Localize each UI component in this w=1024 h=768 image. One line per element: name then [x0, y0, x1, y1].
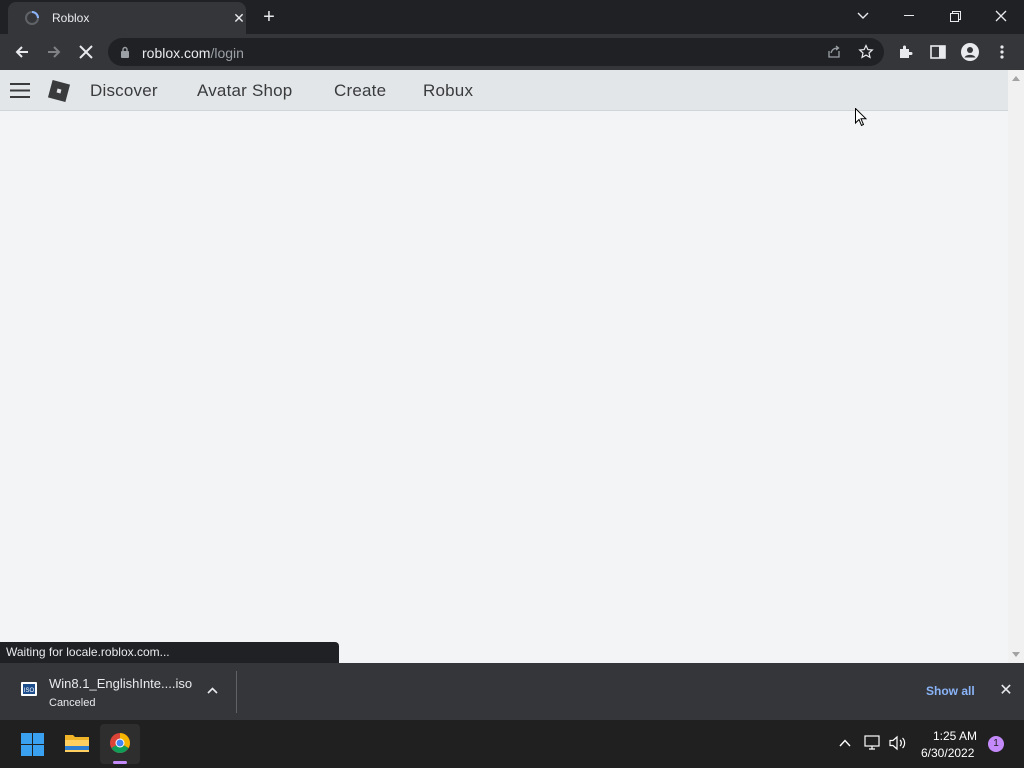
nav-link-avatar-shop[interactable]: Avatar Shop [197, 81, 292, 101]
close-tab-icon[interactable]: ✕ [230, 9, 248, 27]
iso-file-icon-label: ISO [24, 688, 35, 694]
page-scrollbar[interactable] [1008, 70, 1024, 663]
chrome-menu-button[interactable] [986, 34, 1018, 70]
loading-status-bubble: Waiting for locale.roblox.com... [0, 642, 339, 663]
url-host: roblox.com [142, 45, 211, 61]
minimize-button[interactable] [886, 0, 932, 32]
tab-strip: Roblox ✕ + [0, 0, 1024, 34]
taskbar-clock-date[interactable]: 6/30/2022 [921, 746, 974, 760]
stop-loading-button[interactable] [70, 34, 102, 70]
chevron-up-icon[interactable] [207, 687, 218, 694]
download-file-name: Win8.1_EnglishInte....iso [49, 676, 193, 691]
back-button[interactable] [6, 34, 38, 70]
profile-button[interactable] [954, 34, 986, 70]
side-panel-icon [930, 45, 946, 59]
roblox-logo-icon[interactable] [48, 80, 70, 102]
share-icon[interactable] [826, 45, 842, 59]
address-bar[interactable]: roblox.com/login [108, 38, 884, 66]
notification-badge[interactable]: 1 [988, 736, 1004, 752]
close-download-shelf-icon[interactable]: ✕ [996, 681, 1016, 701]
iso-file-icon: ISO [21, 682, 37, 696]
download-divider [236, 671, 237, 713]
extensions-button[interactable] [890, 34, 922, 70]
tab-title: Roblox [52, 11, 90, 25]
download-shelf: ISO Win8.1_EnglishInte....iso Canceled S… [0, 663, 1024, 720]
tab-search-button[interactable] [840, 0, 886, 32]
download-status: Canceled [49, 697, 96, 709]
show-hidden-icons-icon[interactable] [839, 739, 851, 747]
tab-roblox[interactable]: Roblox ✕ [8, 2, 246, 34]
hamburger-menu-icon[interactable] [10, 83, 30, 98]
puzzle-icon [900, 45, 913, 58]
taskbar-clock-time[interactable]: 1:25 AM [933, 729, 977, 743]
roblox-navbar: Discover Avatar Shop Create Robux [0, 70, 1008, 111]
active-app-indicator [113, 761, 127, 764]
chrome-taskbar-button[interactable] [100, 724, 140, 764]
side-panel-button[interactable] [922, 34, 954, 70]
more-vertical-icon [1000, 45, 1004, 59]
restore-icon [949, 10, 961, 22]
arrow-right-icon [48, 46, 61, 58]
new-tab-button[interactable]: + [258, 6, 280, 28]
bookmark-star-icon[interactable] [858, 44, 874, 60]
profile-avatar-icon [961, 43, 979, 61]
windows-taskbar: 1:25 AM 6/30/2022 1 [0, 720, 1024, 768]
arrow-left-icon [15, 46, 28, 58]
mouse-cursor-icon [855, 108, 867, 127]
minimize-icon [904, 15, 914, 16]
close-window-button[interactable] [978, 0, 1024, 32]
nav-link-create[interactable]: Create [334, 81, 386, 101]
loading-spinner-icon [25, 11, 39, 25]
scroll-down-icon[interactable] [1012, 652, 1020, 657]
forward-button[interactable] [38, 34, 70, 70]
file-explorer-icon[interactable] [64, 732, 90, 754]
nav-link-robux[interactable]: Robux [423, 81, 473, 101]
browser-toolbar: roblox.com/login [0, 34, 1024, 70]
windows-start-icon[interactable] [21, 733, 44, 756]
speaker-volume-icon[interactable] [889, 735, 907, 751]
close-icon [995, 10, 1007, 22]
lock-icon [121, 46, 129, 58]
network-icon[interactable] [864, 735, 882, 751]
show-all-button[interactable]: Show all [926, 684, 975, 698]
restore-button[interactable] [932, 0, 978, 32]
chrome-icon [110, 733, 130, 753]
scroll-up-icon[interactable] [1012, 76, 1020, 81]
url-text: roblox.com/login [142, 45, 244, 61]
nav-link-discover[interactable]: Discover [90, 81, 158, 101]
page-viewport: Discover Avatar Shop Create Robux [0, 70, 1008, 663]
stop-icon [79, 45, 93, 59]
url-path: /login [210, 45, 244, 61]
chevron-down-icon [857, 12, 869, 19]
status-text: Waiting for locale.roblox.com... [6, 645, 170, 659]
